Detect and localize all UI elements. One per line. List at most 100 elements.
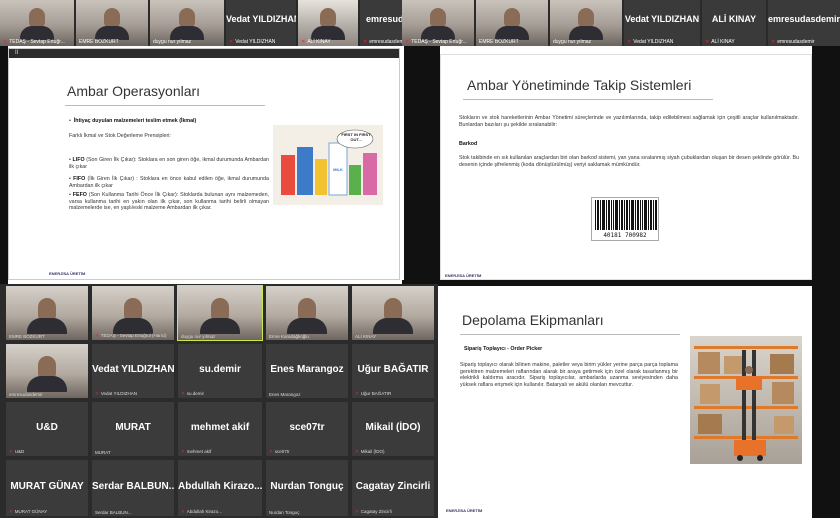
participant-name: ✕ Cagatay Zincirli [355, 509, 392, 514]
mic-off-icon: ✕ [95, 391, 99, 396]
participant-video-body [170, 26, 204, 40]
participant-tile[interactable]: Emre Karadağlıoğlu [266, 286, 348, 340]
participant-video [179, 8, 195, 28]
participant-name: ✕ ALİ KINAY [301, 39, 331, 45]
participant-tile[interactable]: duygu nur yılmaz [550, 0, 622, 46]
participant-name: ✕ mehmet akif [181, 449, 212, 454]
participant-name: ✕ U&D [9, 449, 25, 454]
participant-tile[interactable]: emresudasdemir ✕emresudasdemir [768, 0, 840, 46]
participant-tile[interactable]: ✕ TEDAŞ - Sevtap Ertuğrul (Harici) [92, 286, 174, 340]
mic-off-icon: ✕ [181, 449, 185, 454]
mic-off-icon: ✕ [705, 39, 710, 45]
participant-name: ✕ Vedat YILDIZHAN [627, 39, 674, 45]
slide-heading: Sipariş Toplayıcı - Order Picker [464, 346, 543, 352]
participant-tile[interactable]: su.demir ✕ su.demir [178, 344, 262, 398]
participant-big-name: MURAT GÜNAY [10, 481, 84, 492]
participant-name: Nurdan Tonguç [269, 510, 300, 515]
participant-name: EMRE BOZKURT [9, 334, 45, 339]
participant-video [578, 8, 594, 28]
shared-slide-depolama-ekipmanlari: Depolama Ekipmanları Sipariş Toplayıcı -… [440, 286, 812, 518]
participant-video-body [27, 318, 67, 334]
participant-big-name: Vedat YILDIZHAN [226, 14, 296, 24]
participant-video [104, 8, 120, 28]
participant-name: ✕ TEDAŞ - Sevtap Ertuğr... [405, 39, 467, 45]
mic-off-icon: ✕ [181, 509, 185, 514]
slide-title: Ambar Yönetiminde Takip Sistemleri [467, 77, 692, 93]
slide-bullet-main: • İhtiyaç duyulan malzemeleri teslim etm… [69, 118, 197, 124]
participant-name: duygu nur yılmaz [553, 39, 592, 45]
participant-big-name: Serdar BALBUN... [92, 481, 174, 492]
participant-name: ✕ Abdullah Kirazo... [181, 509, 223, 514]
slide-title: Ambar Operasyonları [67, 83, 201, 99]
participant-tile[interactable]: Vedat YILDIZHAN ✕ Vedat YILDIZHAN [226, 0, 296, 46]
slide-bullet-fefo: • FEFO (Son Kullanma Tarihi Önce İlk Çık… [69, 192, 270, 212]
brand-logo: ENERJİSA ÜRETİM [49, 271, 86, 276]
mic-off-icon: ✕ [95, 333, 99, 338]
cartoon-milk-label: MILK [333, 167, 343, 172]
pause-icon[interactable]: II [15, 49, 18, 58]
participant-tile-active-speaker[interactable]: duygu nur yılmaz [177, 285, 263, 341]
participant-name: EMRE BOZKURT [79, 39, 119, 45]
mic-off-icon: ✕ [229, 39, 234, 45]
participant-tile[interactable]: Vedat YILDIZHAN ✕ Vedat YILDIZHAN [92, 344, 174, 398]
participant-tile[interactable]: Vedat YILDIZHAN ✕ Vedat YILDIZHAN [624, 0, 700, 46]
participant-tile[interactable]: emresudasdemir [6, 344, 88, 398]
participant-tile[interactable]: ✕ TEDAŞ - Sevtap Ertuğr... [402, 0, 474, 46]
participant-video [504, 8, 520, 28]
participant-tile[interactable]: U&D ✕ U&D [6, 402, 88, 456]
slide-bullet-fifo: • FIFO (İlk Giren İlk Çıkar) : Stoklara … [69, 176, 269, 189]
mic-off-icon: ✕ [405, 39, 410, 45]
participant-tile[interactable]: Mikail (İDO) ✕ Mikail (İDO) [352, 402, 434, 456]
participant-name: ALİ KINAY [355, 334, 377, 339]
mic-off-icon: ✕ [3, 39, 8, 45]
title-underline [460, 334, 680, 335]
participant-tile[interactable]: sce07tr ✕ sce07tr [266, 402, 348, 456]
participant-video-body [311, 26, 345, 40]
top-left-participant-strip: ✕ TEDAŞ - Sevtap Ertuğr... EMRE BOZKURT d… [0, 0, 410, 46]
slide-barkod-text: Stok takibinde en sık kullanılan araçlar… [459, 155, 799, 168]
participant-tile[interactable]: Serdar BALBUN... Serdar BALBUN... [92, 460, 174, 516]
mic-off-icon: ✕ [269, 449, 273, 454]
mic-off-icon: ✕ [355, 391, 359, 396]
mic-off-icon: ✕ [355, 449, 359, 454]
panel-divider [404, 46, 440, 284]
participant-tile[interactable]: ✕ TEDAŞ - Sevtap Ertuğr... [0, 0, 74, 46]
participant-tile[interactable]: Cagatay Zincirli ✕ Cagatay Zincirli [352, 460, 434, 516]
participant-name: ✕ Vedat YILDIZHAN [95, 391, 137, 396]
participant-big-name: Nurdan Tonguç [270, 481, 344, 492]
participant-tile[interactable]: ALİ KINAY ✕ ALİ KINAY [702, 0, 766, 46]
participant-tile[interactable]: Nurdan Tonguç Nurdan Tonguç [266, 460, 348, 516]
participant-tile[interactable]: EMRE BOZKURT [76, 0, 148, 46]
warehouse-order-picker-illustration [694, 346, 798, 461]
participant-tile[interactable]: ✕ ALİ KINAY [298, 0, 358, 46]
participant-tile[interactable]: MURAT MURAT [92, 402, 174, 456]
participant-tile[interactable]: Abdullah Kirazo... ✕ Abdullah Kirazo... [178, 460, 262, 516]
participant-tile[interactable]: Uğur BAĞATIR ✕ Uğur BAĞATIR [352, 344, 434, 398]
participant-tile[interactable]: Enes Marangoz Enes Marangoz [266, 344, 348, 398]
participant-name: ✕ sce07tr [269, 449, 290, 454]
participant-tile[interactable]: EMRE BOZKURT [476, 0, 548, 46]
participant-video-body [113, 318, 153, 334]
mic-off-icon: ✕ [9, 449, 13, 454]
brand-logo: ENERJİSA ÜRETİM [445, 273, 482, 278]
participant-video-body [421, 26, 455, 40]
participant-video [29, 8, 45, 28]
participant-name: ✕ Mikail (İDO) [355, 449, 385, 454]
fifo-cartoon-image: FIRST IN FIRST OUT... MILK [273, 125, 383, 205]
participant-tile[interactable]: MURAT GÜNAY ✕ MURAT GÜNAY [6, 460, 88, 516]
mic-off-icon: ✕ [355, 509, 359, 514]
participant-name: ✕ su.demir [181, 391, 205, 396]
participant-tile[interactable]: duygu nur yılmaz [150, 0, 224, 46]
participant-tile[interactable]: mehmet akif ✕ mehmet akif [178, 402, 262, 456]
participant-tile[interactable]: ALİ KINAY [352, 286, 434, 340]
participant-name: duygu nur yılmaz [153, 39, 192, 45]
participant-big-name: mehmet akif [190, 422, 250, 433]
participant-big-name: MURAT [115, 422, 151, 433]
participant-name: ✕ emresudasdemir [771, 39, 815, 45]
participant-video-body [27, 376, 67, 392]
shared-slide-ambar-operasyonlari: II Ambar Operasyonları • İhtiyaç duyulan… [8, 48, 400, 280]
participant-big-name: Vedat YILDIZHAN [92, 364, 174, 375]
mic-off-icon: ✕ [181, 391, 185, 396]
participant-name: Emre Karadağlıoğlu [269, 334, 309, 339]
participant-tile[interactable]: EMRE BOZKURT [6, 286, 88, 340]
